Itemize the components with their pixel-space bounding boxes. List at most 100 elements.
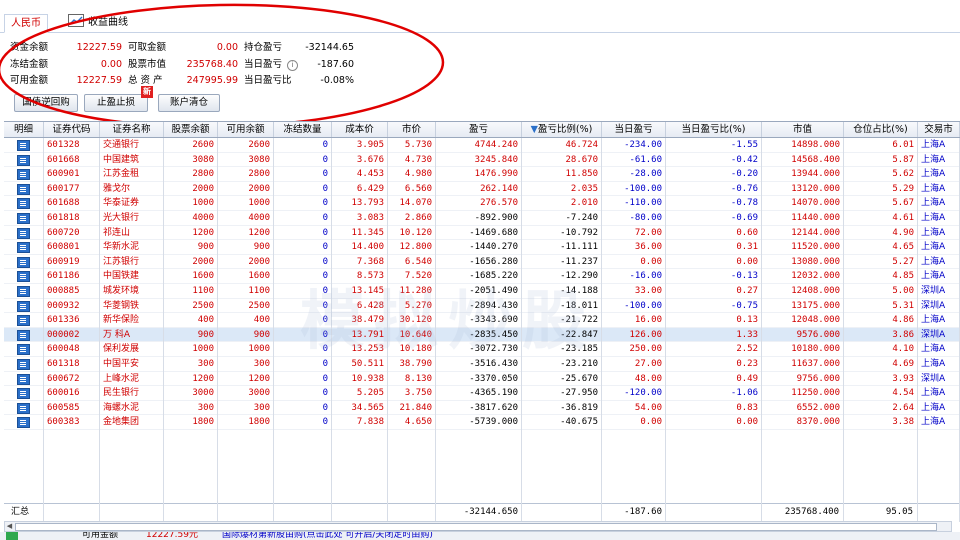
detail-list-icon[interactable] <box>17 344 30 356</box>
header-position-ratio[interactable]: 仓位占比(%) <box>844 122 918 137</box>
detail-list-icon[interactable] <box>17 242 30 254</box>
detail-list-icon[interactable] <box>17 329 30 341</box>
col-available: 4000 <box>218 211 274 226</box>
col-detail[interactable] <box>4 181 44 197</box>
table-row[interactable]: 601818 光大银行 4000 4000 0 3.083 2.860 -892.900 -7.… <box>4 211 960 226</box>
table-row[interactable]: 601336 新华保险 400 400 0 38.479 30.120 -3343.690 -2… <box>4 313 960 328</box>
col-balance: 1100 <box>164 284 218 299</box>
detail-list-icon[interactable] <box>17 417 30 429</box>
table-row[interactable]: 600177 雅戈尔 2000 2000 0 6.429 6.560 262.140 2.035… <box>4 181 960 197</box>
detail-list-icon[interactable] <box>17 154 30 166</box>
col-detail[interactable] <box>4 386 44 401</box>
table-row[interactable]: 600016 民生银行 3000 3000 0 5.205 3.750 -4365.190 -2… <box>4 386 960 401</box>
table-row[interactable]: 601318 中国平安 300 300 0 50.511 38.790 -3516.430 -2… <box>4 357 960 372</box>
col-detail[interactable] <box>4 152 44 168</box>
table-row[interactable]: 600919 江苏银行 2000 2000 0 7.368 6.540 -1656.280 -1… <box>4 254 960 270</box>
col-market-value: 12144.000 <box>762 225 844 241</box>
col-detail[interactable] <box>4 196 44 211</box>
table-row[interactable]: 600801 华新水泥 900 900 0 14.400 12.800 -1440.270 -1… <box>4 240 960 255</box>
col-detail[interactable] <box>4 225 44 241</box>
scroll-left-icon[interactable]: ◀ <box>5 522 14 531</box>
table-row[interactable]: 000885 城发环境 1100 1100 0 13.145 11.280 -2051.490… <box>4 284 960 299</box>
col-detail[interactable] <box>4 327 44 343</box>
table-row[interactable]: 600901 江苏金租 2800 2800 0 4.453 4.980 1476.990 11.… <box>4 167 960 182</box>
table-row[interactable]: 600585 海螺水泥 300 300 0 34.565 21.840 -3817.620 -3… <box>4 400 960 416</box>
detail-list-icon[interactable] <box>17 183 30 195</box>
table-row[interactable]: 600672 上峰水泥 1200 1200 0 10.938 8.130 -3370.050-… <box>4 371 960 387</box>
col-day-pl: 33.00 <box>602 284 666 299</box>
col-detail[interactable] <box>4 240 44 255</box>
col-detail[interactable] <box>4 400 44 416</box>
grid-line <box>387 138 388 522</box>
header-frozen[interactable]: 冻结数量 <box>274 122 332 137</box>
col-detail[interactable] <box>4 298 44 314</box>
detail-list-icon[interactable] <box>17 271 30 283</box>
table-row[interactable]: 600048 保利发展 1000 1000 0 13.253 10.180 -3072.730… <box>4 342 960 357</box>
detail-list-icon[interactable] <box>17 256 30 268</box>
detail-list-icon[interactable] <box>17 300 30 312</box>
header-market-value[interactable]: 市值 <box>762 122 844 137</box>
col-detail[interactable] <box>4 357 44 372</box>
col-detail[interactable] <box>4 211 44 226</box>
detail-list-icon[interactable] <box>17 315 30 327</box>
horizontal-scrollbar[interactable]: ◀ <box>4 521 952 532</box>
header-market[interactable]: 交易市 <box>918 122 960 137</box>
col-pl: 4744.240 <box>436 138 522 153</box>
header-day-pl[interactable]: 当日盈亏 <box>602 122 666 137</box>
grid-line <box>917 138 918 522</box>
col-position-ratio: 4.65 <box>844 240 918 255</box>
table-row[interactable]: 601186 中国铁建 1600 1600 0 8.573 7.520 -1685.220 -1… <box>4 269 960 284</box>
scroll-thumb[interactable] <box>15 523 937 531</box>
detail-list-icon[interactable] <box>17 373 30 385</box>
header-balance[interactable]: 股票余额 <box>164 122 218 137</box>
header-name[interactable]: 证券名称 <box>100 122 164 137</box>
col-market-value: 11637.000 <box>762 357 844 372</box>
detail-list-icon[interactable] <box>17 402 30 414</box>
detail-list-icon[interactable] <box>17 227 30 239</box>
col-detail[interactable] <box>4 269 44 284</box>
table-row[interactable]: 600720 祁连山 1200 1200 0 11.345 10.120 -1469.680-… <box>4 225 960 241</box>
header-available[interactable]: 可用余额 <box>218 122 274 137</box>
table-row[interactable]: 000002 万 科A 900 900 0 13.791 10.640 -2835.450 -2… <box>4 327 960 343</box>
col-detail[interactable] <box>4 342 44 357</box>
header-detail[interactable]: 明细 <box>4 122 44 137</box>
table-row[interactable]: 000932 华菱钢铁 2500 2500 0 6.428 5.270 -2894.430 -1… <box>4 298 960 314</box>
detail-list-icon[interactable] <box>17 169 30 181</box>
header-pl-ratio[interactable]: ▼盈亏比例(%) <box>522 122 602 137</box>
detail-list-icon[interactable] <box>17 213 30 224</box>
col-detail[interactable] <box>4 415 44 430</box>
table-row[interactable]: 600383 金地集团 1800 1800 0 7.838 4.650 -5739.000 -4… <box>4 415 960 430</box>
col-day-pl: 250.00 <box>602 342 666 357</box>
header-cost[interactable]: 成本价 <box>332 122 388 137</box>
col-price: 6.540 <box>388 254 436 270</box>
col-day-pl-ratio: 0.83 <box>666 400 762 416</box>
col-detail[interactable] <box>4 313 44 328</box>
col-detail[interactable] <box>4 284 44 299</box>
detail-list-icon[interactable] <box>17 198 30 210</box>
detail-list-icon[interactable] <box>17 388 30 400</box>
header-day-pl-ratio[interactable]: 当日盈亏比(%) <box>666 122 762 137</box>
col-detail[interactable] <box>4 254 44 270</box>
col-market-value: 11520.000 <box>762 240 844 255</box>
col-cost: 13.791 <box>332 327 388 343</box>
col-name: 交通银行 <box>100 138 164 153</box>
table-row[interactable]: 601688 华泰证券 1000 1000 0 13.793 14.070 276.570 2.… <box>4 196 960 211</box>
status-notice-link[interactable]: 国际爆材第新股由购(点击此处 可开启/关闭定时由购) <box>222 532 433 540</box>
col-detail[interactable] <box>4 138 44 153</box>
col-code: 600720 <box>44 225 100 241</box>
col-available: 400 <box>218 313 274 328</box>
col-market: 上海A <box>918 211 960 226</box>
detail-list-icon[interactable] <box>17 140 30 151</box>
table-row[interactable]: 601328 交通银行 2600 2600 0 3.905 5.730 4744.240 46.… <box>4 138 960 153</box>
header-price[interactable]: 市价 <box>388 122 436 137</box>
col-detail[interactable] <box>4 371 44 387</box>
table-row[interactable]: 601668 中国建筑 3080 3080 0 3.676 4.730 3245.840 28.… <box>4 152 960 168</box>
detail-list-icon[interactable] <box>17 359 30 370</box>
detail-list-icon[interactable] <box>17 286 30 297</box>
col-frozen: 0 <box>274 357 332 372</box>
header-pl[interactable]: 盈亏 <box>436 122 522 137</box>
col-balance: 1600 <box>164 269 218 284</box>
header-code[interactable]: 证券代码 <box>44 122 100 137</box>
col-cost: 3.905 <box>332 138 388 153</box>
col-detail[interactable] <box>4 167 44 182</box>
